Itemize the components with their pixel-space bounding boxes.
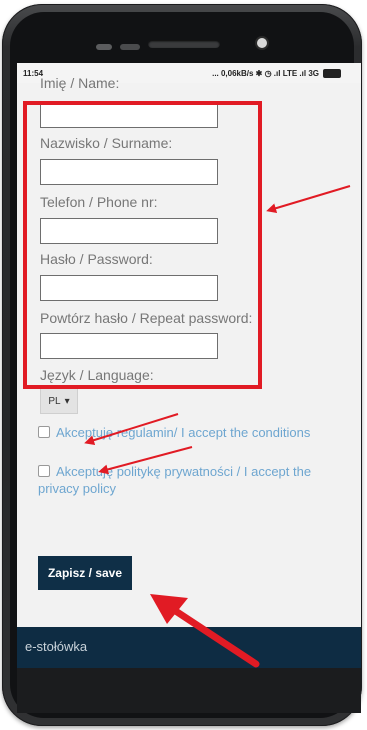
proximity-sensor xyxy=(96,44,112,50)
battery-icon xyxy=(323,69,341,78)
name-input[interactable] xyxy=(40,102,218,128)
privacy-checkbox[interactable] xyxy=(38,465,50,477)
front-camera xyxy=(257,38,267,48)
password-input[interactable] xyxy=(40,275,218,301)
name-label: Imię / Name: xyxy=(40,75,120,91)
status-text: ... 0,06kB/s ✱ ◷ .ıl LTE .ıl 3G xyxy=(212,69,319,78)
status-indicators: ... 0,06kB/s ✱ ◷ .ıl LTE .ıl 3G xyxy=(212,69,341,78)
phone-label: Telefon / Phone nr: xyxy=(40,194,158,210)
language-select[interactable]: PL ▾ xyxy=(40,388,78,414)
accept-privacy-label[interactable]: Akceptuję politykę prywatności / I accep… xyxy=(38,464,311,496)
accept-privacy-row[interactable]: Akceptuję politykę prywatności / I accep… xyxy=(38,463,318,497)
language-label: Język / Language: xyxy=(40,367,154,383)
footer-brand: e-stołówka xyxy=(25,639,88,654)
earpiece-speaker xyxy=(148,40,220,48)
language-value: PL xyxy=(48,395,61,407)
repeat-password-label: Powtórz hasło / Repeat password: xyxy=(40,310,253,326)
phone-screen: 11:54 ... 0,06kB/s ✱ ◷ .ıl LTE .ıl 3G Im… xyxy=(17,63,361,668)
surname-label: Nazwisko / Surname: xyxy=(40,135,173,151)
accept-terms-label[interactable]: Akceptuję regulamin/ I accept the condit… xyxy=(56,425,310,440)
phone-chin xyxy=(17,668,361,713)
phone-input[interactable] xyxy=(40,218,218,244)
light-sensor xyxy=(120,44,140,50)
terms-checkbox[interactable] xyxy=(38,426,50,438)
accept-terms-row[interactable]: Akceptuję regulamin/ I accept the condit… xyxy=(38,424,318,441)
dropdown-arrow-icon: ▾ xyxy=(64,395,70,407)
repeat-password-input[interactable] xyxy=(40,333,218,359)
save-button[interactable]: Zapisz / save xyxy=(38,556,132,590)
password-label: Hasło / Password: xyxy=(40,251,153,267)
footer-bar: e-stołówka xyxy=(17,627,361,668)
surname-input[interactable] xyxy=(40,159,218,185)
